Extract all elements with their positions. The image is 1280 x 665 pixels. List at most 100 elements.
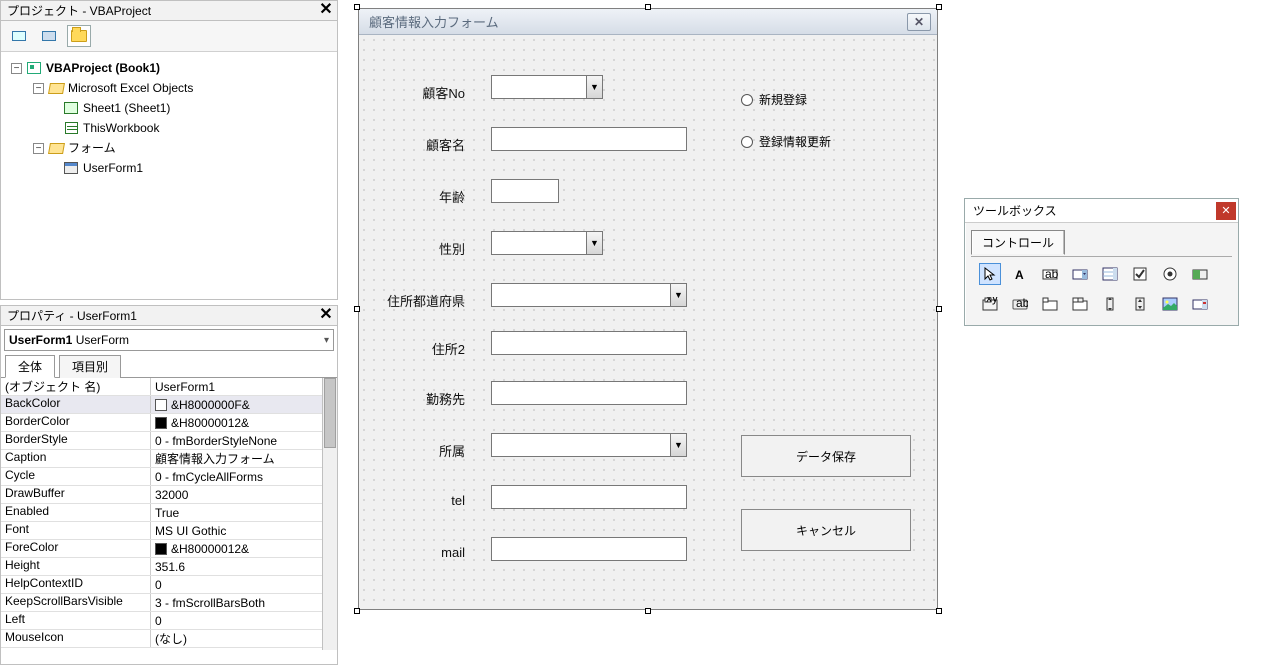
resize-handle[interactable] <box>645 608 651 614</box>
combo-customer-no[interactable]: ▼ <box>491 75 603 99</box>
resize-handle[interactable] <box>936 4 942 10</box>
property-row[interactable]: Cycle0 - fmCycleAllForms <box>1 468 337 486</box>
label-addr2: 住所2 <box>369 339 465 358</box>
property-value[interactable]: 32000 <box>151 486 337 503</box>
toolbox-titlebar[interactable]: ツールボックス ✕ <box>965 199 1238 223</box>
userform-close-button[interactable]: ✕ <box>907 13 931 31</box>
resize-handle[interactable] <box>354 306 360 312</box>
tree-item-thisworkbook[interactable]: ThisWorkbook <box>5 118 333 138</box>
tool-tabstrip[interactable] <box>1039 293 1061 315</box>
property-value[interactable]: 顧客情報入力フォーム <box>151 450 337 467</box>
collapse-icon[interactable]: − <box>33 83 44 94</box>
properties-scrollbar[interactable] <box>322 378 337 650</box>
tool-scrollbar[interactable] <box>1099 293 1121 315</box>
tool-optionbutton[interactable] <box>1159 263 1181 285</box>
toolbox-tab-controls[interactable]: コントロール <box>971 230 1065 255</box>
label-pref: 住所都道府県 <box>369 291 465 310</box>
view-object-button[interactable] <box>37 25 61 47</box>
toolbox-tabs: コントロール <box>971 229 1232 254</box>
label-tel: tel <box>369 493 465 508</box>
tree-folder-excel-objects[interactable]: − Microsoft Excel Objects <box>5 78 333 98</box>
collapse-icon[interactable]: − <box>33 143 44 154</box>
text-tel[interactable] <box>491 485 687 509</box>
tool-commandbutton[interactable]: ab <box>1009 293 1031 315</box>
resize-handle[interactable] <box>936 306 942 312</box>
property-row[interactable]: MouseIcon(なし) <box>1 630 337 648</box>
property-value[interactable]: 0 - fmBorderStyleNone <box>151 432 337 449</box>
property-value[interactable]: &H80000012& <box>151 540 337 557</box>
userform-body[interactable]: 顧客No 顧客名 年齢 性別 住所都道府県 住所2 勤務先 所属 tel mai… <box>359 35 937 609</box>
radio-new-register[interactable]: 新規登録 <box>741 91 807 108</box>
property-row[interactable]: EnabledTrue <box>1 504 337 522</box>
text-company[interactable] <box>491 381 687 405</box>
tool-label[interactable]: A <box>1009 263 1031 285</box>
text-age[interactable] <box>491 179 559 203</box>
tree-item-sheet1[interactable]: Sheet1 (Sheet1) <box>5 98 333 118</box>
property-row[interactable]: (オブジェクト 名)UserForm1 <box>1 378 337 396</box>
tab-categorized[interactable]: 項目別 <box>59 355 121 378</box>
toggle-folders-button[interactable] <box>67 25 91 47</box>
tool-listbox[interactable] <box>1099 263 1121 285</box>
property-row[interactable]: Height351.6 <box>1 558 337 576</box>
property-value[interactable]: 0 <box>151 576 337 593</box>
property-row[interactable]: BorderColor&H80000012& <box>1 414 337 432</box>
tool-image[interactable] <box>1159 293 1181 315</box>
project-panel-close-button[interactable]: ✕ <box>317 2 335 20</box>
tab-alphabetic[interactable]: 全体 <box>5 355 55 378</box>
chevron-down-icon: ▼ <box>586 232 602 254</box>
resize-handle[interactable] <box>354 4 360 10</box>
view-code-button[interactable] <box>7 25 31 47</box>
combo-gender[interactable]: ▼ <box>491 231 603 255</box>
text-addr2[interactable] <box>491 331 687 355</box>
tool-checkbox[interactable] <box>1129 263 1151 285</box>
property-value[interactable]: 351.6 <box>151 558 337 575</box>
property-value[interactable]: 3 - fmScrollBarsBoth <box>151 594 337 611</box>
combo-pref[interactable]: ▼ <box>491 283 687 307</box>
property-row[interactable]: HelpContextID0 <box>1 576 337 594</box>
toolbox-close-button[interactable]: ✕ <box>1216 202 1236 220</box>
tree-folder-forms[interactable]: − フォーム <box>5 138 333 158</box>
property-value[interactable]: MS UI Gothic <box>151 522 337 539</box>
property-row[interactable]: ForeColor&H80000012& <box>1 540 337 558</box>
tool-togglebutton[interactable] <box>1189 263 1211 285</box>
property-row[interactable]: BackColor&H8000000F& <box>1 396 337 414</box>
text-mail[interactable] <box>491 537 687 561</box>
properties-panel-close-button[interactable]: ✕ <box>317 307 335 325</box>
scrollbar-thumb[interactable] <box>324 378 336 448</box>
userform1[interactable]: 顧客情報入力フォーム ✕ 顧客No 顧客名 年齢 性別 住所都道府県 住所2 勤… <box>358 8 938 610</box>
property-value[interactable]: &H8000000F& <box>151 396 337 413</box>
tool-combobox[interactable] <box>1069 263 1091 285</box>
resize-handle[interactable] <box>936 608 942 614</box>
tool-pointer[interactable] <box>979 263 1001 285</box>
save-button[interactable]: データ保存 <box>741 435 911 477</box>
collapse-icon[interactable]: − <box>11 63 22 74</box>
property-value[interactable]: (なし) <box>151 630 337 647</box>
property-row[interactable]: DrawBuffer32000 <box>1 486 337 504</box>
property-value[interactable]: UserForm1 <box>151 378 337 395</box>
combo-dept[interactable]: ▼ <box>491 433 687 457</box>
property-row[interactable]: Caption顧客情報入力フォーム <box>1 450 337 468</box>
tool-refedit[interactable] <box>1189 293 1211 315</box>
property-value[interactable]: 0 <box>151 612 337 629</box>
cancel-button[interactable]: キャンセル <box>741 509 911 551</box>
property-row[interactable]: BorderStyle0 - fmBorderStyleNone <box>1 432 337 450</box>
object-selector-combo[interactable]: UserForm1 UserForm ▾ <box>4 329 334 351</box>
resize-handle[interactable] <box>645 4 651 10</box>
property-value[interactable]: &H80000012& <box>151 414 337 431</box>
tool-textbox[interactable]: ab <box>1039 263 1061 285</box>
resize-handle[interactable] <box>354 608 360 614</box>
property-row[interactable]: FontMS UI Gothic <box>1 522 337 540</box>
property-value[interactable]: 0 - fmCycleAllForms <box>151 468 337 485</box>
radio-update-register[interactable]: 登録情報更新 <box>741 133 831 150</box>
property-name: (オブジェクト 名) <box>1 378 151 395</box>
property-row[interactable]: Left0 <box>1 612 337 630</box>
tool-frame[interactable]: xy <box>979 293 1001 315</box>
property-row[interactable]: KeepScrollBarsVisible3 - fmScrollBarsBot… <box>1 594 337 612</box>
tree-item-userform1[interactable]: UserForm1 <box>5 158 333 178</box>
tool-spinbutton[interactable] <box>1129 293 1151 315</box>
property-value[interactable]: True <box>151 504 337 521</box>
text-customer-name[interactable] <box>491 127 687 151</box>
tool-multipage[interactable] <box>1069 293 1091 315</box>
tree-root[interactable]: − VBAProject (Book1) <box>5 58 333 78</box>
color-swatch-icon <box>155 399 167 411</box>
